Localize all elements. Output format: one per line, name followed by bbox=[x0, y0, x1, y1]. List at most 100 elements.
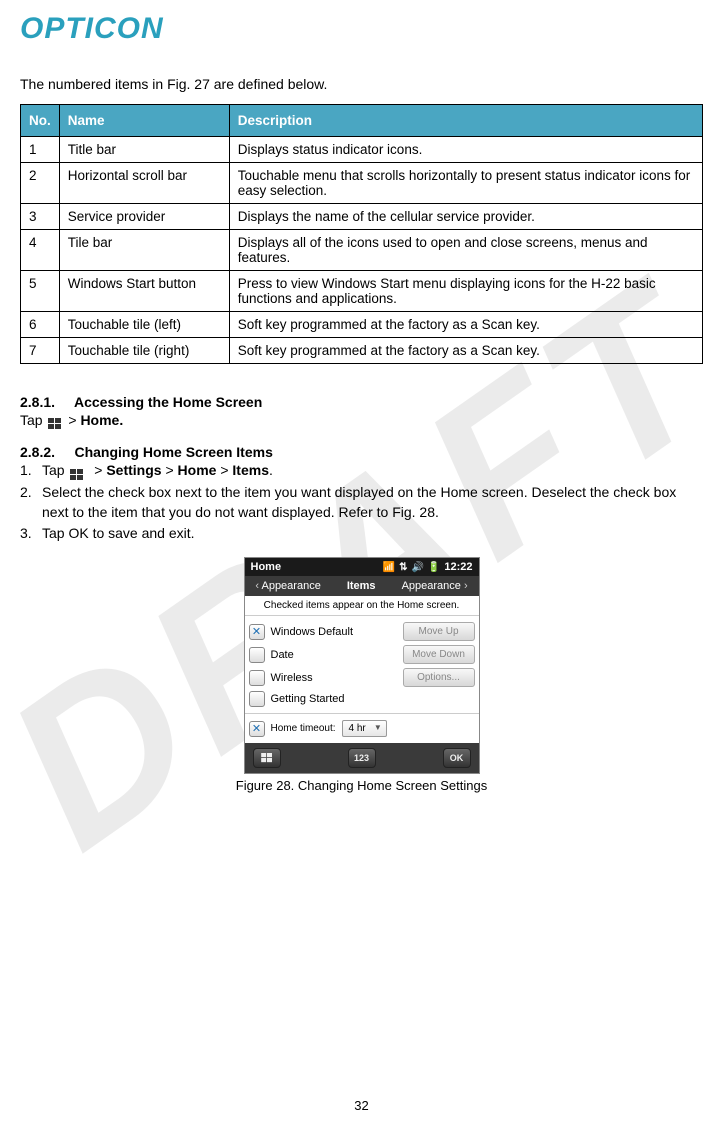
figure-caption: Figure 28. Changing Home Screen Settings bbox=[20, 778, 703, 793]
checkbox-wireless[interactable] bbox=[249, 670, 265, 686]
section-281-heading: 2.8.1. Accessing the Home Screen bbox=[20, 394, 703, 410]
section-281-body: Tap > Home. bbox=[20, 410, 703, 430]
item-label: Wireless bbox=[271, 672, 313, 684]
tap-prefix: Tap bbox=[20, 412, 46, 428]
cell-no: 7 bbox=[21, 338, 60, 364]
figure-28: Home 📶 ⇅ 🔊 🔋 12:22 ‹ Appearance Items Ap… bbox=[20, 557, 703, 793]
phone-title: Home bbox=[251, 561, 282, 573]
cell-desc: Displays all of the icons used to open a… bbox=[229, 230, 702, 271]
definitions-table: No. Name Description 1 Title bar Display… bbox=[20, 104, 703, 364]
pivot-left[interactable]: ‹ Appearance bbox=[255, 580, 320, 592]
step-text: Tap OK to save and exit. bbox=[42, 525, 195, 541]
keyboard-key[interactable]: 123 bbox=[348, 748, 376, 768]
pivot-center[interactable]: Items bbox=[347, 580, 376, 592]
table-row: 2 Horizontal scroll bar Touchable menu t… bbox=[21, 163, 703, 204]
heading-number: 2.8.2. bbox=[20, 444, 55, 460]
network-icon: ⇅ bbox=[399, 562, 407, 573]
intro-text: The numbered items in Fig. 27 are define… bbox=[20, 76, 703, 92]
cell-desc: Displays the name of the cellular servic… bbox=[229, 204, 702, 230]
tap-prefix: Tap bbox=[42, 462, 68, 478]
cell-name: Horizontal scroll bar bbox=[59, 163, 229, 204]
cell-desc: Touchable menu that scrolls horizontally… bbox=[229, 163, 702, 204]
list-item: Date Move Down bbox=[249, 643, 475, 666]
table-row: 6 Touchable tile (left) Soft key program… bbox=[21, 312, 703, 338]
page-number: 32 bbox=[0, 1098, 723, 1113]
pivot-left-label: Appearance bbox=[261, 580, 320, 592]
chevron-right-icon: › bbox=[464, 580, 468, 592]
col-header-desc: Description bbox=[229, 105, 702, 137]
col-header-no: No. bbox=[21, 105, 60, 137]
steps-list: 1. Tap > Settings > Home > Items. 2. Sel… bbox=[20, 460, 703, 543]
cell-name: Touchable tile (left) bbox=[59, 312, 229, 338]
volume-icon: 🔊 bbox=[411, 562, 423, 573]
phone-bottombar: 123 OK bbox=[245, 743, 479, 773]
options-button[interactable]: Options... bbox=[403, 668, 475, 687]
phone-mock: Home 📶 ⇅ 🔊 🔋 12:22 ‹ Appearance Items Ap… bbox=[244, 557, 480, 774]
cell-name: Title bar bbox=[59, 137, 229, 163]
table-row: 3 Service provider Displays the name of … bbox=[21, 204, 703, 230]
timeout-select[interactable]: 4 hr bbox=[342, 720, 387, 737]
cell-no: 3 bbox=[21, 204, 60, 230]
cell-name: Touchable tile (right) bbox=[59, 338, 229, 364]
cell-no: 1 bbox=[21, 137, 60, 163]
page-content: OPTICON The numbered items in Fig. 27 ar… bbox=[0, 0, 723, 813]
phone-timeout-row: ✕ Home timeout: 4 hr bbox=[245, 713, 479, 743]
cell-name: Tile bar bbox=[59, 230, 229, 271]
gt-separator: > bbox=[68, 412, 80, 428]
phone-status-icons: 📶 ⇅ 🔊 🔋 12:22 bbox=[383, 561, 473, 573]
brand-logo: OPTICON bbox=[20, 12, 703, 46]
home-bold: Home bbox=[178, 462, 217, 478]
battery-icon: 🔋 bbox=[428, 562, 440, 573]
section-282-heading: 2.8.2. Changing Home Screen Items bbox=[20, 444, 703, 460]
step-item: 1. Tap > Settings > Home > Items. bbox=[42, 460, 703, 480]
step-item: 3. Tap OK to save and exit. bbox=[42, 523, 703, 543]
settings-bold: Settings bbox=[106, 462, 161, 478]
home-bold: Home. bbox=[80, 412, 123, 428]
heading-text: Changing Home Screen Items bbox=[74, 444, 272, 460]
checkbox-getting-started[interactable] bbox=[249, 691, 265, 707]
cell-no: 5 bbox=[21, 271, 60, 312]
timeout-label: Home timeout: bbox=[271, 723, 336, 734]
start-key[interactable] bbox=[253, 748, 281, 768]
cell-no: 6 bbox=[21, 312, 60, 338]
pivot-right-label: Appearance bbox=[402, 580, 461, 592]
col-header-name: Name bbox=[59, 105, 229, 137]
period: . bbox=[269, 462, 273, 478]
signal-icon: 📶 bbox=[383, 562, 395, 573]
table-row: 4 Tile bar Displays all of the icons use… bbox=[21, 230, 703, 271]
item-label: Getting Started bbox=[271, 693, 345, 705]
clock-text: 12:22 bbox=[444, 561, 472, 573]
list-item: Getting Started bbox=[249, 689, 475, 709]
list-item: ✕ Windows Default Move Up bbox=[249, 620, 475, 643]
chevron-left-icon: ‹ bbox=[255, 580, 259, 592]
table-row: 7 Touchable tile (right) Soft key progra… bbox=[21, 338, 703, 364]
checkbox-home-timeout[interactable]: ✕ bbox=[249, 721, 265, 737]
step-number: 1. bbox=[20, 460, 32, 480]
item-label: Date bbox=[271, 649, 294, 661]
cell-desc: Press to view Windows Start menu display… bbox=[229, 271, 702, 312]
phone-list: ✕ Windows Default Move Up Date Move Down bbox=[245, 616, 479, 713]
heading-number: 2.8.1. bbox=[20, 394, 55, 410]
pivot-right[interactable]: Appearance › bbox=[402, 580, 468, 592]
cell-name: Windows Start button bbox=[59, 271, 229, 312]
checkbox-date[interactable] bbox=[249, 647, 265, 663]
move-down-button[interactable]: Move Down bbox=[403, 645, 475, 664]
cell-no: 4 bbox=[21, 230, 60, 271]
heading-text: Accessing the Home Screen bbox=[74, 394, 262, 410]
cell-no: 2 bbox=[21, 163, 60, 204]
windows-start-icon bbox=[48, 415, 62, 427]
step-text: Select the check box next to the item yo… bbox=[42, 484, 676, 520]
step-item: 2. Select the check box next to the item… bbox=[42, 482, 703, 523]
move-up-button[interactable]: Move Up bbox=[403, 622, 475, 641]
phone-pivot: ‹ Appearance Items Appearance › bbox=[245, 576, 479, 596]
ok-key[interactable]: OK bbox=[443, 748, 471, 768]
cell-desc: Displays status indicator icons. bbox=[229, 137, 702, 163]
phone-titlebar: Home 📶 ⇅ 🔊 🔋 12:22 bbox=[245, 558, 479, 576]
list-item: Wireless Options... bbox=[249, 666, 475, 689]
checkbox-windows-default[interactable]: ✕ bbox=[249, 624, 265, 640]
cell-desc: Soft key programmed at the factory as a … bbox=[229, 338, 702, 364]
table-row: 5 Windows Start button Press to view Win… bbox=[21, 271, 703, 312]
items-bold: Items bbox=[232, 462, 269, 478]
cell-name: Service provider bbox=[59, 204, 229, 230]
table-row: 1 Title bar Displays status indicator ic… bbox=[21, 137, 703, 163]
